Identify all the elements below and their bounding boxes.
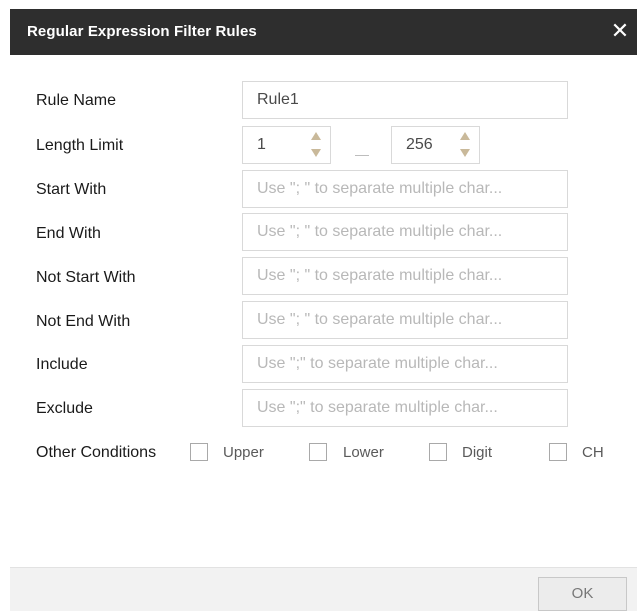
upper-checkbox[interactable]: [190, 443, 208, 461]
ok-button[interactable]: OK: [538, 577, 627, 611]
arrow-up-icon[interactable]: [460, 132, 470, 140]
ch-label: CH: [582, 444, 604, 461]
start-with-input[interactable]: [242, 170, 568, 208]
end-with-input[interactable]: [242, 213, 568, 251]
length-min-value: 1: [257, 136, 266, 153]
exclude-input[interactable]: [242, 389, 568, 427]
title-bar: Regular Expression Filter Rules ✕: [10, 9, 637, 55]
include-input[interactable]: [242, 345, 568, 383]
not-start-with-input[interactable]: [242, 257, 568, 295]
range-separator: [355, 155, 369, 156]
exclude-label: Exclude: [36, 400, 93, 417]
arrow-up-icon[interactable]: [311, 132, 321, 140]
start-with-label: Start With: [36, 181, 107, 198]
arrow-down-icon[interactable]: [311, 149, 321, 157]
rule-name-label: Rule Name: [36, 92, 117, 109]
dialog-title: Regular Expression Filter Rules: [27, 23, 257, 40]
lower-checkbox[interactable]: [309, 443, 327, 461]
length-limit-label: Length Limit: [36, 137, 124, 154]
length-max-value: 256: [406, 136, 433, 153]
ch-checkbox[interactable]: [549, 443, 567, 461]
digit-checkbox[interactable]: [429, 443, 447, 461]
not-end-with-label: Not End With: [36, 313, 131, 330]
filter-rules-dialog: Regular Expression Filter Rules ✕ Rule N…: [10, 9, 637, 611]
include-label: Include: [36, 356, 88, 373]
length-min-spin-buttons: [311, 132, 323, 160]
upper-label: Upper: [223, 444, 264, 461]
other-conditions-label: Other Conditions: [36, 444, 157, 461]
rule-name-input[interactable]: [242, 81, 568, 119]
dialog-footer: OK: [10, 567, 637, 611]
not-start-with-label: Not Start With: [36, 269, 136, 286]
close-icon[interactable]: ✕: [609, 20, 631, 42]
length-min-stepper[interactable]: 1: [242, 126, 331, 164]
end-with-label: End With: [36, 225, 101, 242]
not-end-with-input[interactable]: [242, 301, 568, 339]
lower-label: Lower: [343, 444, 384, 461]
length-max-spin-buttons: [460, 132, 472, 160]
length-max-stepper[interactable]: 256: [391, 126, 480, 164]
digit-label: Digit: [462, 444, 493, 461]
arrow-down-icon[interactable]: [460, 149, 470, 157]
